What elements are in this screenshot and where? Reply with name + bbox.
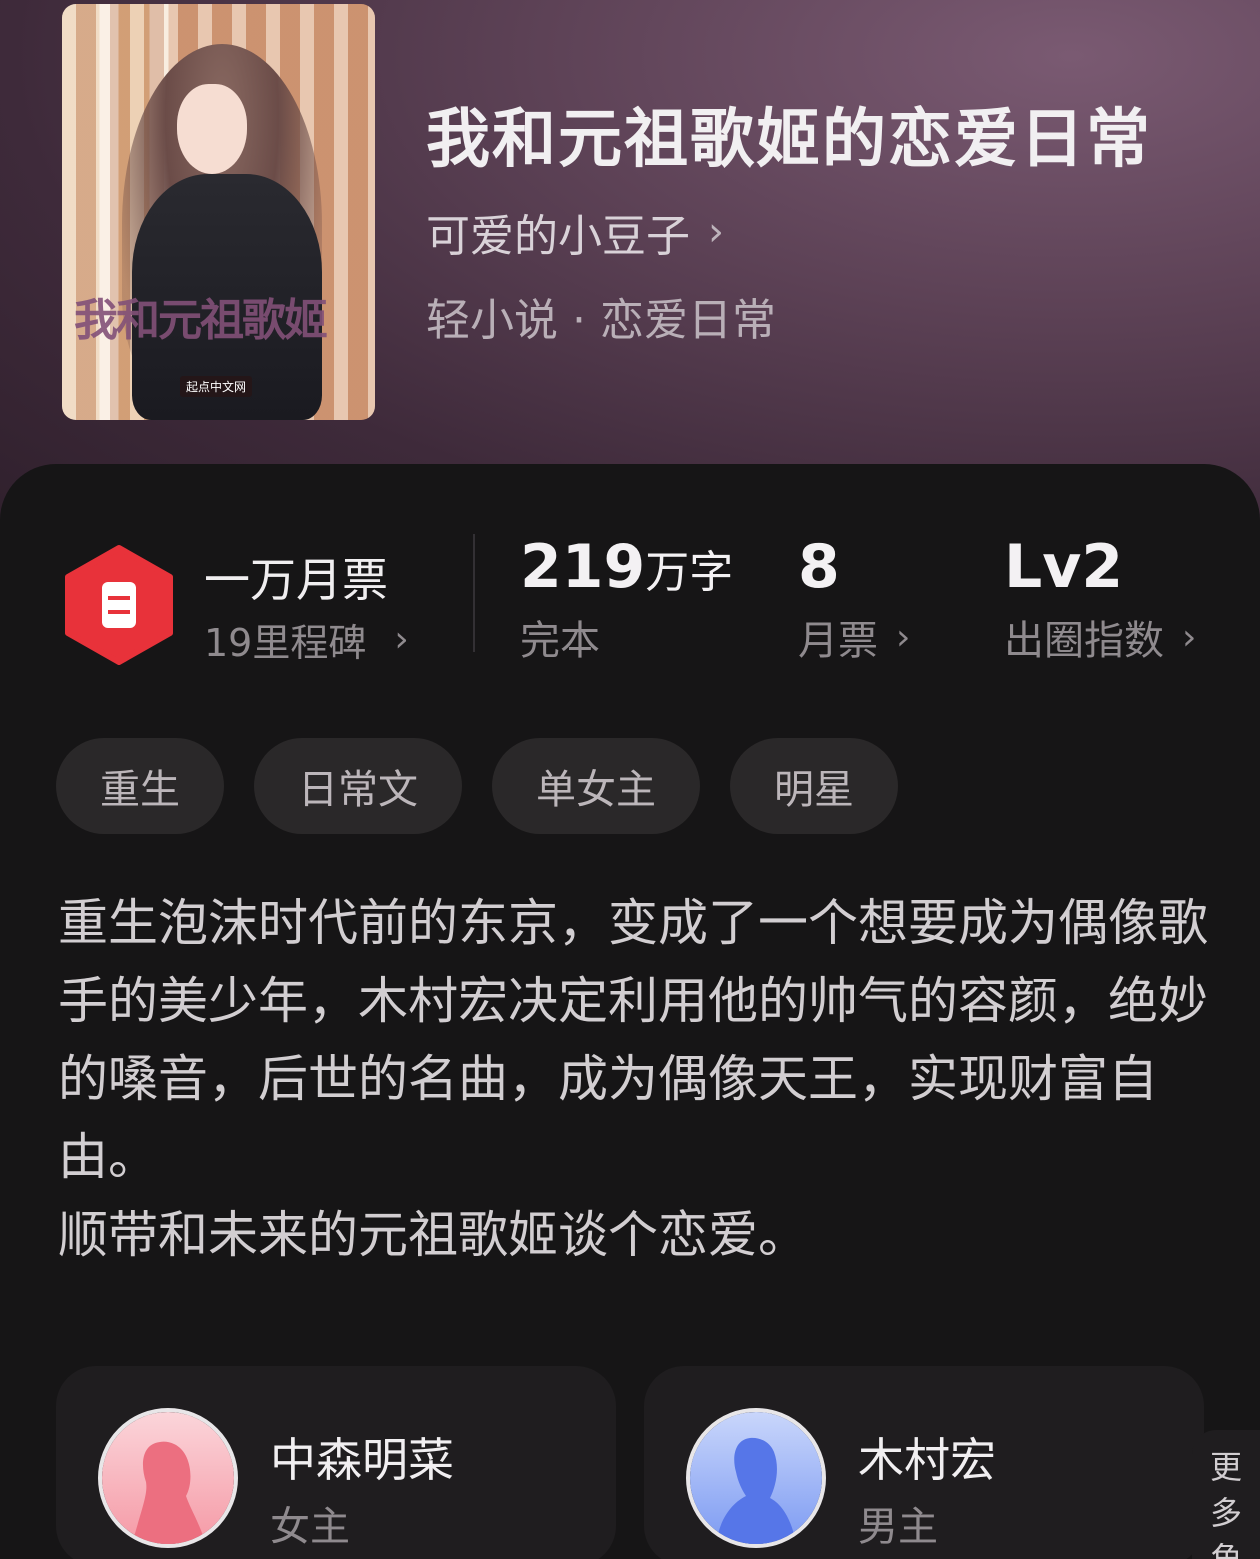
book-title: 我和元祖歌姬的恋爱日常 xyxy=(426,102,1152,177)
ticket-icon[interactable] xyxy=(62,544,176,666)
more-characters-tab[interactable]: 更 多 角 xyxy=(1192,1430,1260,1559)
male-silhouette-icon xyxy=(690,1412,822,1544)
cover-character-face xyxy=(177,84,247,174)
female-silhouette-icon xyxy=(102,1412,234,1544)
cover-title-text: 我和元祖歌姬 xyxy=(74,295,328,346)
description-paragraph: 顺带和未来的元祖歌姬谈个恋爱。 xyxy=(58,1206,808,1264)
completion-status: 完本 xyxy=(520,618,600,664)
word-count-value: 219 xyxy=(520,532,646,602)
chevron-right-icon: › xyxy=(896,616,911,658)
character-card[interactable]: 木村宏 男主 xyxy=(644,1366,1204,1559)
monthly-tickets-label: 月票 xyxy=(798,618,878,664)
cover-publisher-badge: 起点中文网 xyxy=(180,376,253,397)
more-tab-char: 更 xyxy=(1209,1448,1242,1486)
milestone-title[interactable]: 一万月票 xyxy=(204,544,388,610)
character-avatar xyxy=(98,1408,238,1548)
milestone-link[interactable]: 19里程碑 › xyxy=(204,612,409,667)
stats-divider xyxy=(473,534,475,652)
book-description[interactable]: 重生泡沫时代前的东京，变成了一个想要成为偶像歌手的美少年，木村宏决定利用他的帅气… xyxy=(58,884,1208,1274)
stat-word-count: 219万字 完本 xyxy=(520,532,733,666)
monthly-tickets-value: 8 xyxy=(798,532,840,602)
chevron-right-icon: › xyxy=(394,619,409,660)
description-paragraph: 重生泡沫时代前的东京，变成了一个想要成为偶像歌手的美少年，木村宏决定利用他的帅气… xyxy=(58,894,1208,1186)
character-avatar xyxy=(686,1408,826,1548)
book-cover[interactable]: 我和元祖歌姬 起点中文网 xyxy=(62,4,375,420)
character-card[interactable]: 中森明菜 女主 xyxy=(56,1366,616,1559)
tag-chip[interactable]: 日常文 xyxy=(254,738,462,834)
milestone-subtitle: 19里程碑 xyxy=(204,621,367,665)
more-tab-char: 角 xyxy=(1209,1540,1242,1559)
popularity-index-label: 出圈指数 xyxy=(1004,618,1164,664)
tag-chip[interactable]: 重生 xyxy=(56,738,224,834)
character-name: 中森明菜 xyxy=(270,1433,454,1487)
author-link[interactable]: 可爱的小豆子 › xyxy=(426,200,724,264)
genre-label: 轻小说 · 恋爱日常 xyxy=(426,295,776,346)
chevron-right-icon: › xyxy=(708,209,724,255)
tag-list: 重生 日常文 单女主 明星 xyxy=(56,738,898,834)
stat-popularity-index[interactable]: Lv2 出圈指数 › xyxy=(1004,532,1196,666)
character-name: 木村宏 xyxy=(858,1433,996,1487)
popularity-level-value: Lv2 xyxy=(1004,532,1124,602)
character-role: 男主 xyxy=(858,1504,938,1550)
chevron-right-icon: › xyxy=(1182,616,1197,658)
tag-chip[interactable]: 明星 xyxy=(730,738,898,834)
word-count-unit: 万字 xyxy=(645,547,734,598)
tag-chip[interactable]: 单女主 xyxy=(492,738,700,834)
character-role: 女主 xyxy=(270,1504,350,1550)
author-name: 可爱的小豆子 xyxy=(426,211,690,262)
stat-monthly-tickets[interactable]: 8 月票 › xyxy=(798,532,910,666)
more-tab-char: 多 xyxy=(1209,1494,1242,1532)
